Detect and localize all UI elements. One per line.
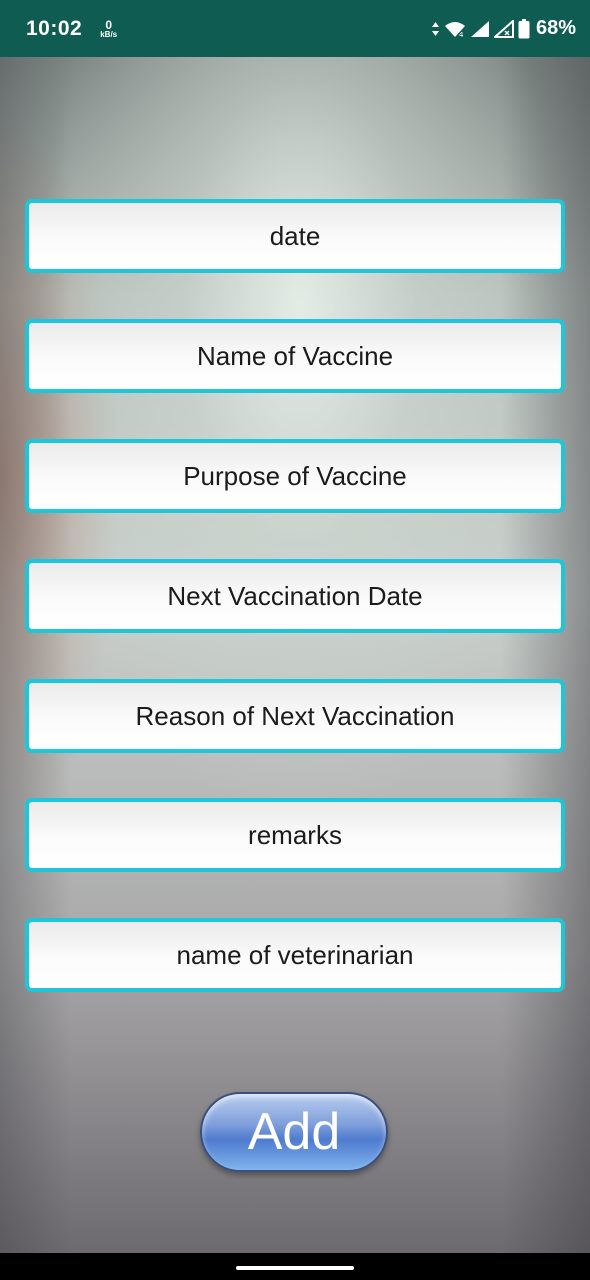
remarks-field[interactable]: remarks (25, 798, 565, 872)
signal-icon (470, 20, 489, 37)
network-speed-unit: kB/s (100, 29, 118, 39)
status-bar: 10:02 0 kB/s 4 68% (0, 0, 590, 57)
wifi-icon: 4 (444, 21, 465, 38)
vaccine-name-field[interactable]: Name of Vaccine (25, 319, 565, 393)
veterinarian-name-field[interactable]: name of veterinarian (25, 918, 565, 992)
data-arrows-icon (431, 21, 439, 36)
navigation-bar (0, 1253, 590, 1280)
status-time: 10:02 (26, 16, 83, 40)
svg-text:4: 4 (459, 31, 464, 38)
signal-no-service-icon (493, 19, 514, 38)
battery-icon (518, 18, 530, 38)
vaccine-purpose-field[interactable]: Purpose of Vaccine (25, 439, 565, 513)
home-gesture-handle[interactable] (236, 1266, 354, 1270)
status-icons: 4 68% (431, 17, 576, 40)
add-button[interactable]: Add (200, 1092, 388, 1172)
next-vaccination-reason-field[interactable]: Reason of Next Vaccination (25, 679, 565, 753)
date-field[interactable]: date (25, 199, 565, 273)
network-speed-value: 0 (105, 17, 113, 32)
network-speed: 0 kB/s (100, 19, 117, 39)
battery-percent: 68% (535, 17, 576, 39)
next-vaccination-date-field[interactable]: Next Vaccination Date (25, 559, 565, 633)
